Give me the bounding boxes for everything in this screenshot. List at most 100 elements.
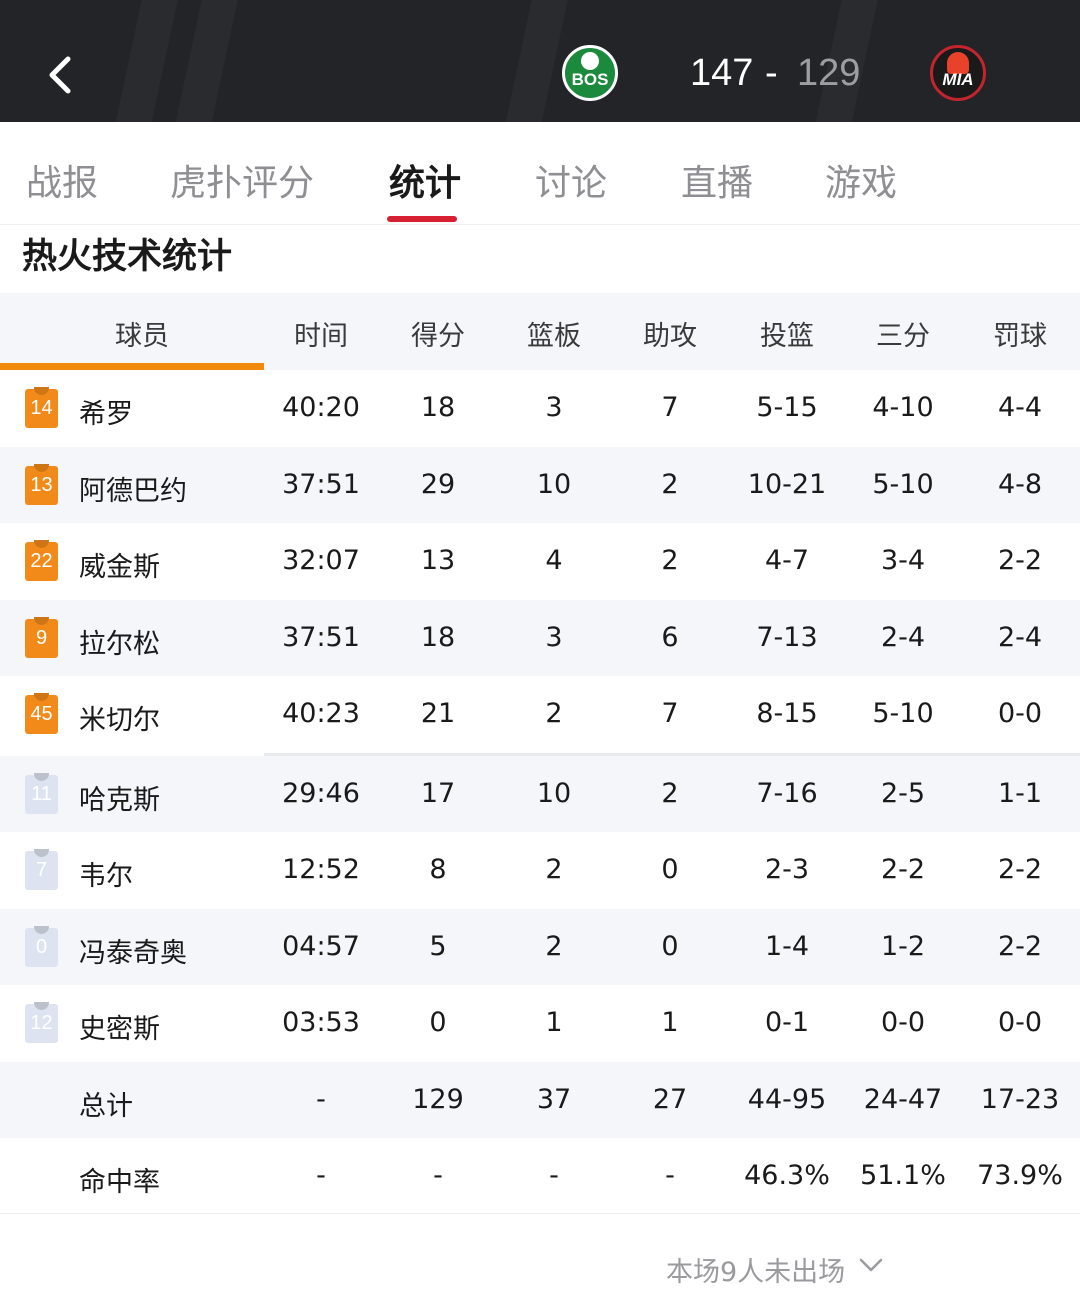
table-row[interactable]: 45 米切尔 40:23 21 2 7 8-15 5-10 0-0 (0, 676, 1080, 753)
cell-points: 13 (420, 545, 456, 576)
cell-free-throws: 0-0 (997, 698, 1043, 729)
cell-rebounds: 3 (545, 621, 563, 653)
cell-time: 12:52 (282, 854, 360, 885)
cell-assists: 0 (661, 930, 679, 962)
header-three-pointers[interactable]: 三分 (845, 314, 961, 353)
table-row[interactable]: 0 冯泰奇奥 04:57 5 2 0 1-4 1-2 2-2 (0, 908, 1080, 985)
header-points[interactable]: 得分 (380, 314, 496, 353)
jersey-icon: 7 (25, 851, 58, 890)
cell-three-pointers: 1-2 (880, 930, 926, 962)
cell-assists: 0 (661, 854, 679, 885)
tab-bar: 战报 虎扑评分 统计 讨论 直播 游戏 (0, 122, 1080, 225)
tab-report[interactable]: 战报 (26, 154, 98, 206)
cell-time: 40:20 (282, 392, 360, 423)
jersey-icon: 11 (25, 774, 58, 814)
cell-rebounds: 2 (545, 698, 563, 729)
cell-points: 8 (429, 854, 447, 885)
cell-assists: 1 (661, 1007, 679, 1038)
cell-time: 04:57 (282, 930, 360, 962)
cell-field-goals: 46.3% (744, 1160, 830, 1191)
stats-table: 球员 时间 得分 篮板 助攻 投篮 三分 罚球 14 希罗 40:20 18 3… (0, 293, 1080, 1215)
cell-time: 29:46 (282, 777, 360, 809)
header-assists[interactable]: 助攻 (612, 314, 728, 353)
cell-free-throws: 4-8 (997, 468, 1043, 500)
header-free-throws[interactable]: 罚球 (962, 314, 1078, 353)
header-field-goals[interactable]: 投篮 (729, 314, 845, 353)
cell-free-throws: 1-1 (997, 777, 1043, 809)
cell-points: 18 (420, 392, 456, 423)
cell-field-goals: 44-95 (747, 1083, 827, 1115)
cell-field-goals: 8-15 (756, 698, 818, 729)
cell-assists: 7 (661, 698, 679, 729)
header-rebounds[interactable]: 篮板 (496, 314, 612, 353)
jersey-number: 11 (31, 782, 52, 805)
score-separator: - (765, 52, 778, 94)
jersey-number: 12 (30, 1012, 53, 1034)
table-row[interactable]: 7 韦尔 12:52 8 2 0 2-3 2-2 2-2 (0, 832, 1080, 909)
table-row[interactable]: 22 威金斯 32:07 13 4 2 4-7 3-4 2-2 (0, 523, 1080, 600)
cell-field-goals: 1-4 (764, 930, 810, 962)
cell-rebounds: 2 (545, 930, 563, 962)
cell-points: 0 (429, 1007, 447, 1038)
table-row[interactable]: 11 哈克斯 29:46 17 10 2 7-16 2-5 1-1 (0, 755, 1080, 832)
header-player[interactable]: 球员 (42, 314, 242, 353)
header-decoration (114, 0, 182, 122)
cell-rebounds: - (549, 1160, 559, 1191)
cell-time: 40:23 (282, 698, 360, 729)
tab-stats[interactable]: 统计 (389, 154, 461, 206)
dnp-toggle[interactable]: 本场9人未出场 (666, 1250, 845, 1289)
cell-rebounds: 10 (536, 777, 572, 809)
tab-rating[interactable]: 虎扑评分 (170, 154, 314, 206)
player-name: 威金斯 (79, 552, 160, 583)
away-score: 129 (797, 52, 861, 94)
cell-field-goals: 2-3 (764, 854, 810, 885)
cell-time: - (316, 1160, 326, 1191)
cell-field-goals: 10-21 (747, 468, 827, 500)
table-row[interactable]: 13 阿德巴约 37:51 29 10 2 10-21 5-10 4-8 (0, 446, 1080, 523)
jersey-number: 0 (35, 935, 48, 958)
chevron-down-icon[interactable] (857, 1254, 885, 1276)
header-time[interactable]: 时间 (263, 314, 379, 353)
header-decoration (504, 0, 572, 122)
home-team-logo[interactable]: BOS (562, 45, 618, 101)
cell-points: 5 (429, 930, 447, 962)
cell-three-pointers: 2-4 (880, 621, 926, 653)
table-row[interactable]: 9 拉尔松 37:51 18 3 6 7-13 2-4 2-4 (0, 599, 1080, 676)
tab-game[interactable]: 游戏 (825, 154, 897, 206)
cell-points: 129 (412, 1083, 464, 1115)
cell-rebounds: 4 (545, 545, 563, 576)
cell-three-pointers: 0-0 (880, 1007, 926, 1038)
cell-rebounds: 1 (545, 1007, 563, 1038)
jersey-icon: 12 (25, 1004, 58, 1043)
cell-field-goals: 7-16 (756, 777, 818, 809)
away-team-logo[interactable]: MIA (930, 45, 986, 101)
cell-free-throws: 2-4 (997, 621, 1043, 653)
jersey-number: 45 (30, 703, 53, 725)
game-header: BOS 147 - 129 MIA (0, 0, 1080, 122)
cell-free-throws: 17-23 (980, 1083, 1060, 1115)
cell-points: 29 (420, 468, 456, 500)
header-decoration (174, 0, 242, 122)
cell-free-throws: 4-4 (997, 392, 1043, 423)
cell-three-pointers: 24-47 (863, 1083, 943, 1115)
cell-assists: 27 (652, 1083, 688, 1115)
cell-field-goals: 4-7 (764, 545, 810, 576)
tab-discussion[interactable]: 讨论 (535, 154, 607, 206)
cell-rebounds: 10 (536, 468, 572, 500)
player-name: 韦尔 (79, 861, 133, 892)
cell-time: 03:53 (282, 1007, 360, 1038)
cell-free-throws: 73.9% (977, 1160, 1063, 1191)
section-title: 热火技术统计 (22, 237, 233, 277)
cell-assists: - (665, 1160, 675, 1191)
cell-free-throws: 2-2 (997, 545, 1043, 576)
table-row[interactable]: 14 希罗 40:20 18 3 7 5-15 4-10 4-4 (0, 370, 1080, 447)
table-row[interactable]: 12 史密斯 03:53 0 1 1 0-1 0-0 0-0 (0, 985, 1080, 1062)
footer-divider (0, 1213, 1080, 1214)
jersey-number: 13 (30, 473, 53, 496)
percentage-row: 命中率 - - - - 46.3% 51.1% 73.9% (0, 1138, 1080, 1215)
cell-time: 32:07 (282, 545, 360, 576)
back-chevron-icon[interactable] (40, 45, 84, 105)
active-tab-indicator (387, 216, 457, 222)
tab-live[interactable]: 直播 (681, 154, 753, 206)
jersey-icon: 9 (25, 618, 58, 658)
